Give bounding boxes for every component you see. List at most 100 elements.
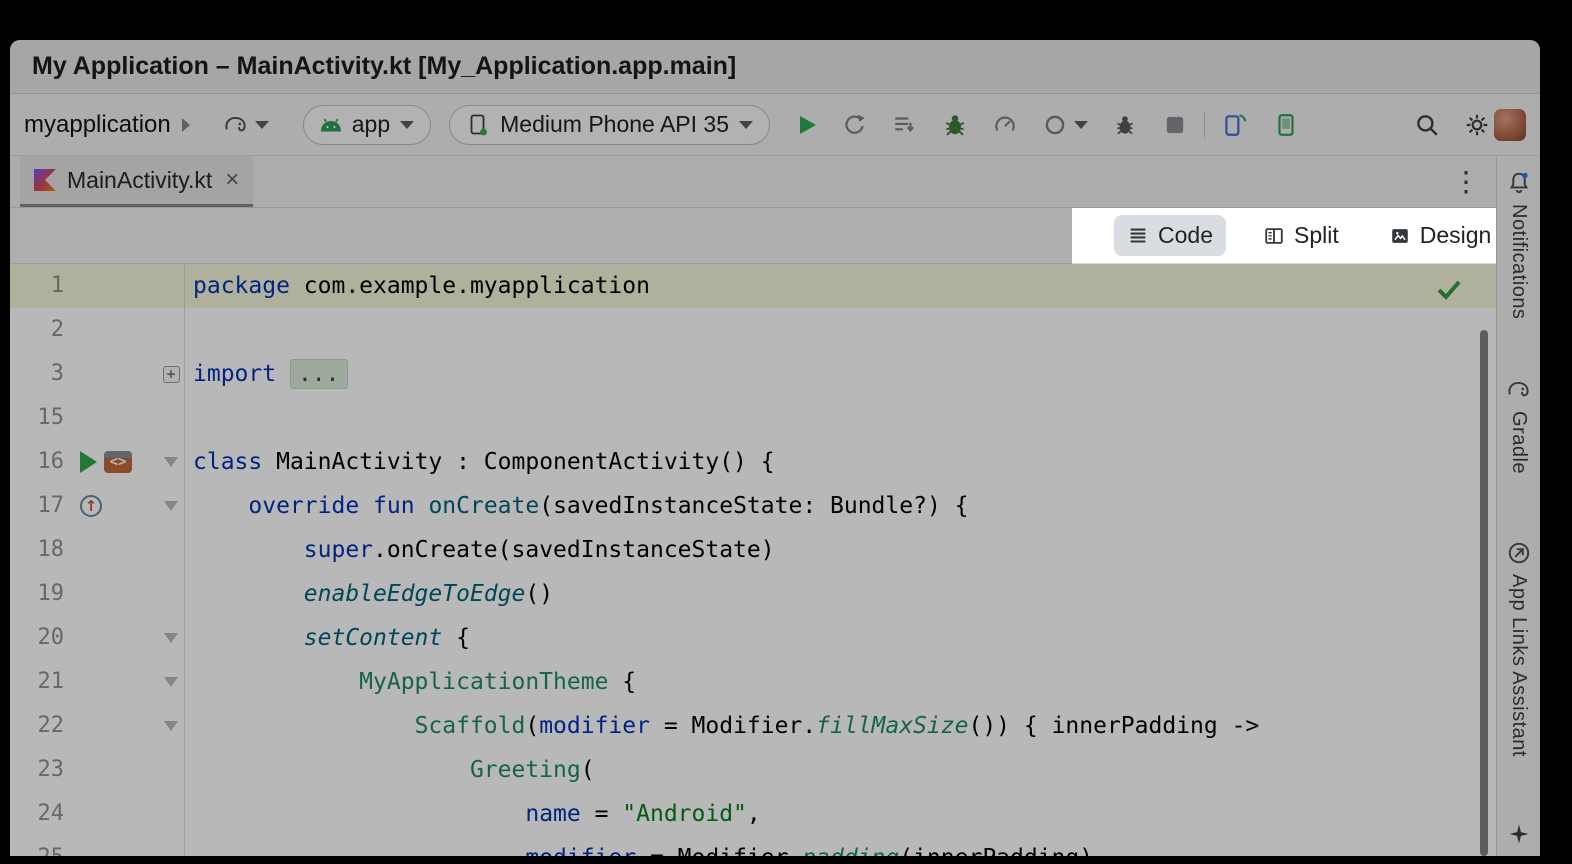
code-line[interactable]: 15 [10, 396, 1496, 440]
right-tool-strip: Notifications Gradle App Links Assistant [1496, 156, 1540, 856]
device-label: Medium Phone API 35 [500, 111, 729, 138]
gutter-icons [64, 264, 158, 308]
fold-column [158, 308, 184, 352]
profiler-icon[interactable] [992, 112, 1018, 138]
code-text: Greeting( [184, 748, 1496, 792]
device-manager-icon[interactable] [1221, 112, 1247, 138]
device-tools-group [1221, 112, 1299, 138]
tool-strip-gradle[interactable]: Gradle [1507, 411, 1530, 474]
code-line[interactable]: 20 setContent { [10, 616, 1496, 660]
code-line[interactable]: 2 [10, 308, 1496, 352]
tab-options-kebab-icon[interactable]: ⋮ [1452, 168, 1480, 196]
compose-preview-icon[interactable]: <> [104, 451, 132, 473]
gutter-icons [64, 352, 158, 396]
android-icon [320, 118, 342, 132]
fold-handle-icon[interactable] [164, 457, 178, 467]
gradle-sync-icon [223, 112, 249, 138]
gutter-icons [64, 616, 158, 660]
toolbar-separator [1204, 111, 1205, 139]
close-tab-icon[interactable]: × [225, 168, 239, 192]
running-devices-icon[interactable] [1273, 112, 1299, 138]
code-text: modifier = Modifier.padding(innerPadding… [184, 836, 1496, 856]
code-line[interactable]: 23 Greeting( [10, 748, 1496, 792]
attach-profiler-icon [1042, 112, 1068, 138]
fold-column [158, 440, 184, 484]
line-number: 16 [10, 440, 64, 484]
search-icon[interactable] [1414, 112, 1440, 138]
main-toolbar: myapplication app [10, 94, 1540, 156]
fold-handle-icon[interactable] [164, 633, 178, 643]
code-line[interactable]: 19 enableEdgeToEdge() [10, 572, 1496, 616]
fold-column [158, 836, 184, 856]
code-line[interactable]: 21 MyApplicationTheme { [10, 660, 1496, 704]
user-avatar[interactable] [1494, 109, 1526, 141]
gemini-sparkle-icon[interactable] [1507, 822, 1531, 846]
profiler-caret-icon [1074, 121, 1088, 129]
attach-debugger-icon[interactable] [1112, 112, 1138, 138]
code-text: class MainActivity : ComponentActivity()… [184, 440, 1496, 484]
code-line[interactable]: 22 Scaffold(modifier = Modifier.fillMaxS… [10, 704, 1496, 748]
code-line[interactable]: 18 super.onCreate(savedInstanceState) [10, 528, 1496, 572]
fold-column [158, 792, 184, 836]
override-icon[interactable]: ↑ [80, 495, 102, 517]
code-editor[interactable]: 1package com.example.myapplication23+imp… [10, 264, 1496, 856]
breadcrumb-chevron-icon[interactable] [182, 118, 190, 132]
code-line[interactable]: 3+import ... [10, 352, 1496, 396]
line-number: 2 [10, 308, 64, 352]
code-line[interactable]: 17↑ override fun onCreate(savedInstanceS… [10, 484, 1496, 528]
apply-code-changes-icon[interactable] [892, 112, 918, 138]
inspections-passed-icon[interactable] [1436, 278, 1462, 302]
device-selector[interactable]: Medium Phone API 35 [449, 105, 770, 145]
gutter-icons: ↑ [64, 484, 158, 528]
line-number: 23 [10, 748, 64, 792]
fold-column [158, 484, 184, 528]
code-text [184, 396, 1496, 440]
attach-profiler-button[interactable] [1042, 112, 1088, 138]
tool-strip-app-links[interactable]: App Links Assistant [1507, 574, 1530, 757]
run-icon[interactable] [80, 451, 97, 473]
gradle-icon[interactable] [1506, 377, 1532, 403]
editor-scrollbar[interactable] [1480, 330, 1488, 856]
gutter-icons [64, 836, 158, 856]
view-mode-split-button[interactable]: Split [1250, 215, 1352, 256]
split-view-icon [1263, 225, 1285, 247]
code-line[interactable]: 25 modifier = Modifier.padding(innerPadd… [10, 836, 1496, 856]
fold-column [158, 660, 184, 704]
run-button[interactable] [794, 112, 820, 138]
gutter-icons: <> [64, 440, 158, 484]
device-phone-icon [466, 113, 490, 137]
stop-icon[interactable] [1162, 112, 1188, 138]
code-line[interactable]: 1package com.example.myapplication [10, 264, 1496, 308]
gutter-icons [64, 704, 158, 748]
fold-handle-icon[interactable] [164, 721, 178, 731]
app-links-assistant-icon[interactable] [1506, 540, 1532, 566]
fold-handle-icon[interactable] [164, 677, 178, 687]
module-selector[interactable]: app [303, 105, 431, 145]
line-number: 22 [10, 704, 64, 748]
apply-changes-icon[interactable] [842, 112, 868, 138]
sync-gradle-button[interactable] [223, 112, 269, 138]
view-mode-code-button[interactable]: Code [1114, 215, 1226, 256]
tool-strip-notifications[interactable]: Notifications [1507, 204, 1530, 319]
main-area: MainActivity.kt × ⋮ Code [10, 156, 1540, 856]
code-line[interactable]: 16 <> class MainActivity : ComponentActivi… [10, 440, 1496, 484]
settings-gear-icon[interactable] [1464, 112, 1490, 138]
tab-mainactivity[interactable]: MainActivity.kt × [20, 156, 253, 207]
code-text: super.onCreate(savedInstanceState) [184, 528, 1496, 572]
module-dropdown-caret-icon [400, 121, 414, 129]
view-mode-design-button[interactable]: Design [1376, 215, 1505, 256]
line-number: 18 [10, 528, 64, 572]
line-number: 24 [10, 792, 64, 836]
notifications-bell-icon[interactable] [1506, 170, 1532, 196]
fold-column [158, 264, 184, 308]
code-text: name = "Android", [184, 792, 1496, 836]
screenshot-stage: My Application – MainActivity.kt [My_App… [0, 0, 1572, 864]
sync-dropdown-caret-icon [255, 121, 269, 129]
fold-expand-icon[interactable]: + [163, 366, 180, 383]
fold-handle-icon[interactable] [164, 501, 178, 511]
debug-icon[interactable] [942, 112, 968, 138]
code-line[interactable]: 24 name = "Android", [10, 792, 1496, 836]
code-text: setContent { [184, 616, 1496, 660]
code-text: Scaffold(modifier = Modifier.fillMaxSize… [184, 704, 1496, 748]
project-breadcrumb[interactable]: myapplication [24, 111, 171, 139]
